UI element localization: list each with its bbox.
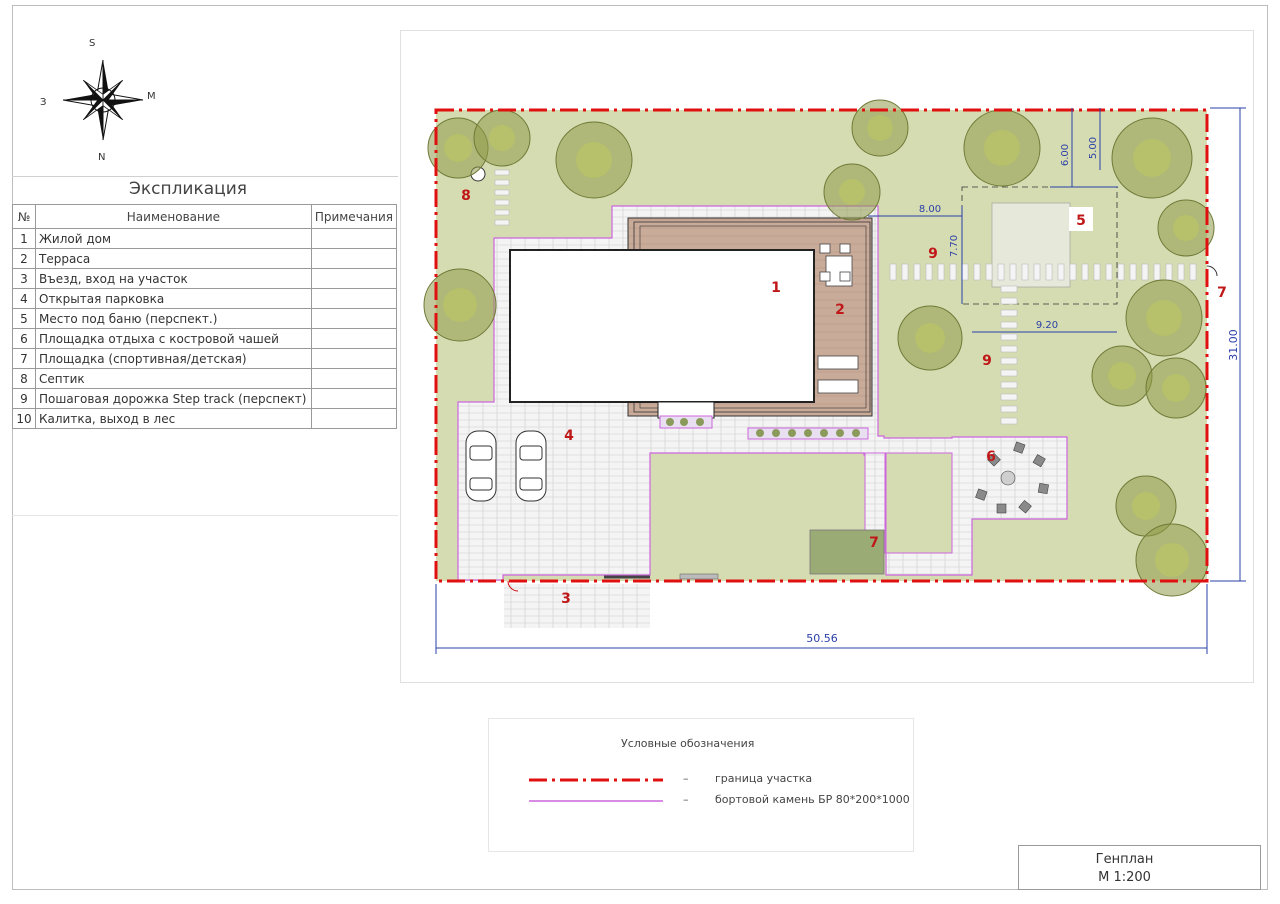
tree-icon xyxy=(1135,523,1209,597)
tree-icon xyxy=(851,99,909,157)
label-bath: 5 xyxy=(1076,213,1086,229)
label-fire-pit: 6 xyxy=(986,449,996,465)
title-block: Генплан М 1:200 xyxy=(1018,845,1261,890)
dim-bath-width: 8.00 xyxy=(919,204,941,215)
tree-icon xyxy=(555,121,633,199)
legend-title: Условные обозначения xyxy=(621,737,755,750)
tree-icon xyxy=(1111,117,1193,199)
gate-slide xyxy=(679,573,719,580)
sheet-scale: М 1:200 xyxy=(1098,870,1151,885)
legend-text-curb: бортовой камень БР 80*200*1000 xyxy=(715,793,910,806)
label-play-area: 7 xyxy=(869,535,879,551)
dim-offset-b: 5.00 xyxy=(1088,137,1099,159)
legend-item-boundary: – граница участка xyxy=(529,772,899,786)
legend-item-curb: – бортовой камень БР 80*200*1000 xyxy=(529,793,910,807)
entrance-paving xyxy=(504,584,650,628)
label-parking: 4 xyxy=(564,428,574,444)
tree-icon xyxy=(963,109,1041,187)
legend-text-boundary: граница участка xyxy=(715,772,813,785)
tree-icon xyxy=(1125,279,1203,357)
dim-offset-a: 6.00 xyxy=(1060,144,1071,166)
label-step-track-a: 9 xyxy=(928,246,938,262)
label-forest-gate: 7 xyxy=(1217,285,1227,301)
dim-width: 50.56 xyxy=(806,632,838,645)
house xyxy=(509,249,815,403)
tree-icon xyxy=(1145,357,1207,419)
legend-dash: – xyxy=(683,772,689,785)
car-left xyxy=(465,430,497,502)
tree-icon xyxy=(823,163,881,221)
tree-icon xyxy=(473,109,531,167)
label-house: 1 xyxy=(771,280,781,296)
car-right xyxy=(515,430,547,502)
tree-icon xyxy=(897,305,963,371)
label-step-track-b: 9 xyxy=(982,353,992,369)
dim-bath-width-2: 9.20 xyxy=(1036,320,1058,331)
legend-curb-swatch xyxy=(529,800,663,802)
dim-bath-height: 7.70 xyxy=(949,235,960,257)
label-terrace: 2 xyxy=(835,302,845,318)
label-septic: 8 xyxy=(461,188,471,204)
sheet-title: Генплан xyxy=(1095,852,1154,867)
label-entrance: 3 xyxy=(561,591,571,607)
legend-dash: – xyxy=(683,793,689,806)
legend-boundary-swatch xyxy=(529,778,663,782)
legend: Условные обозначения – граница участка –… xyxy=(488,718,914,852)
dim-height: 31.00 xyxy=(1227,329,1240,361)
lawn-inset xyxy=(885,452,953,554)
tree-icon xyxy=(1091,345,1153,407)
